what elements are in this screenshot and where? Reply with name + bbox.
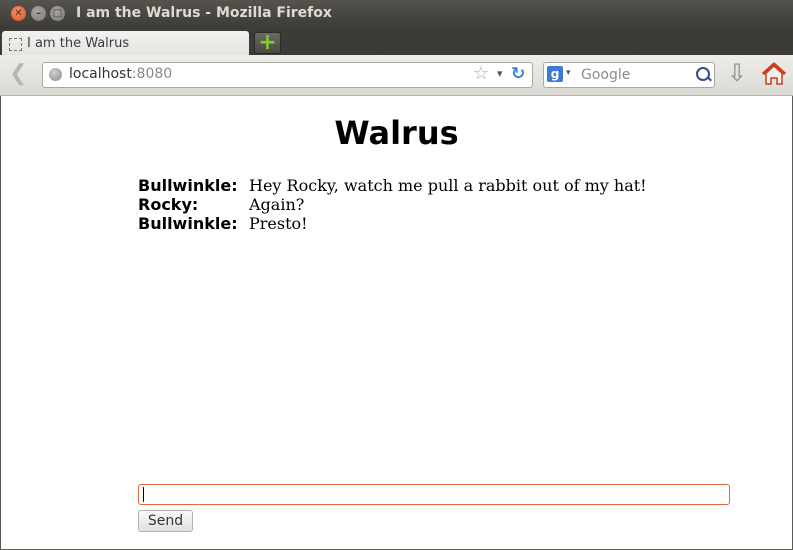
url-port: :8080: [131, 66, 173, 82]
maximize-icon[interactable]: □: [50, 6, 65, 21]
message-text: Hey Rocky, watch me pull a rabbit out of…: [249, 176, 647, 195]
page-title: Walrus: [334, 114, 459, 152]
new-tab-button[interactable]: +: [254, 30, 281, 55]
text-caret: [143, 487, 144, 502]
send-button[interactable]: Send: [138, 510, 193, 532]
url-text[interactable]: localhost:8080: [69, 66, 172, 82]
navigation-toolbar: ❮ localhost:8080 ☆ ▾ ↻ g ▾ Google ⇩: [0, 55, 793, 96]
dropdown-icon[interactable]: ▾: [497, 67, 503, 80]
url-bar[interactable]: localhost:8080 ☆ ▾ ↻: [42, 62, 533, 88]
star-icon[interactable]: ☆: [473, 63, 489, 84]
back-arrow-icon[interactable]: ❮: [9, 63, 27, 85]
speaker-name: Bullwinkle:: [138, 214, 238, 233]
google-icon[interactable]: g: [547, 66, 563, 82]
search-engine-dropdown-icon[interactable]: ▾: [566, 68, 571, 78]
tab-strip: I am the Walrus +: [0, 28, 793, 56]
speaker-name: Bullwinkle:: [138, 176, 238, 195]
speaker-name: Rocky:: [138, 195, 199, 214]
search-input[interactable]: Google: [581, 67, 630, 83]
message-text: Presto!: [249, 214, 308, 233]
message-input[interactable]: [138, 484, 730, 505]
window-titlebar: ✕ – □ I am the Walrus - Mozilla Firefox: [0, 0, 793, 28]
page-content: Walrus Bullwinkle: Hey Rocky, watch me p…: [1, 96, 792, 549]
close-icon[interactable]: ✕: [11, 6, 26, 21]
download-icon[interactable]: ⇩: [727, 61, 747, 85]
message-text: Again?: [249, 195, 305, 214]
plus-icon: +: [258, 30, 277, 55]
search-icon[interactable]: [696, 67, 710, 81]
globe-icon[interactable]: [49, 68, 62, 81]
page-icon: [9, 38, 22, 51]
tab-walrus[interactable]: I am the Walrus: [2, 31, 249, 56]
minimize-icon[interactable]: –: [31, 6, 46, 21]
window-title: I am the Walrus - Mozilla Firefox: [76, 5, 332, 21]
reload-icon[interactable]: ↻: [511, 64, 525, 84]
tab-label: I am the Walrus: [27, 36, 130, 51]
url-host: localhost: [69, 66, 132, 82]
home-icon[interactable]: [761, 61, 787, 87]
search-bar[interactable]: g ▾ Google: [543, 62, 715, 88]
